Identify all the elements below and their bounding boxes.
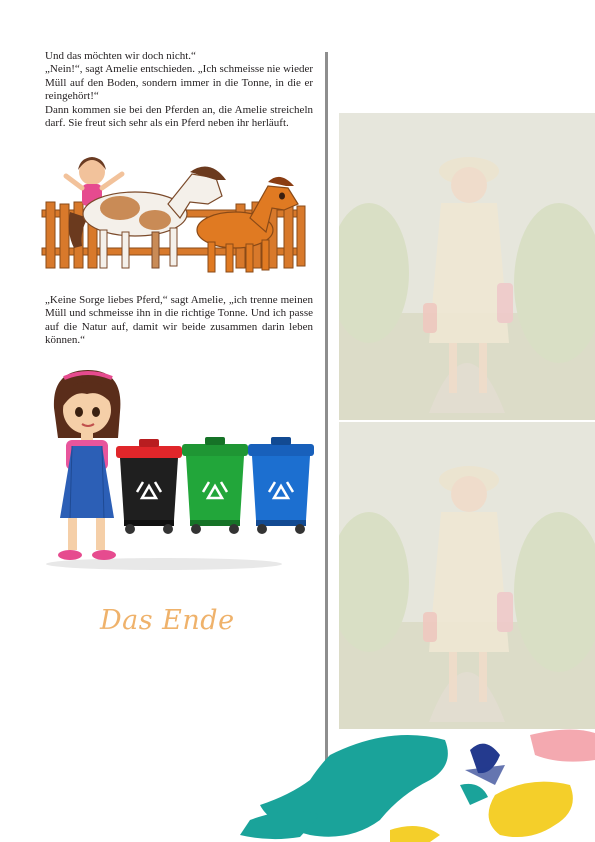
story-paragraph-1: Und das möchten wir doch nicht.“ „Nein!“…: [45, 50, 313, 130]
story-line-1: Und das möchten wir doch nicht.“: [45, 50, 196, 62]
horses-illustration: [41, 157, 306, 273]
story-line-3: Dann kommen sie bei den Pferden an, die …: [45, 103, 313, 130]
story-line-4: „Keine Sorge liebes Pferd,“ sagt Amelie,…: [45, 294, 313, 347]
the-end-title: Das Ende: [100, 605, 235, 636]
story-paragraph-2: „Keine Sorge liebes Pferd,“ sagt Amelie,…: [45, 294, 313, 348]
column-divider: [325, 52, 328, 797]
paint-splashes: [240, 729, 595, 842]
story-line-2: „Nein!“, sagt Amelie entschieden. „Ich s…: [45, 63, 313, 103]
girl-with-bins-illustration: [46, 370, 314, 570]
faded-photo-bottom: [339, 422, 595, 729]
girl-standing: [53, 370, 121, 560]
faded-photo-top: [339, 113, 595, 420]
